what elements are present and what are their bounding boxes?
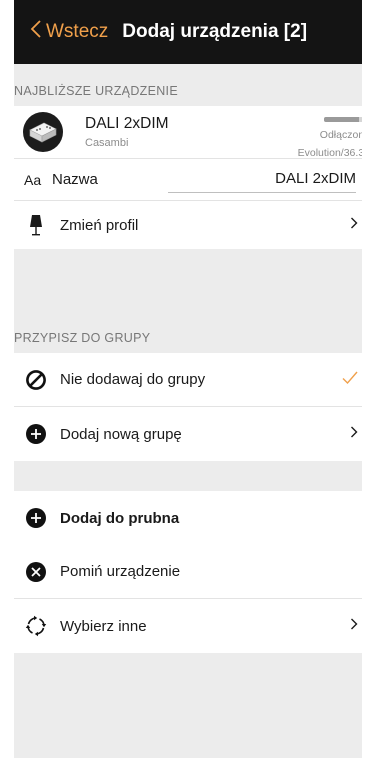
device-status: Odłączono Evolution/36.30 xyxy=(280,114,362,159)
navbar: Wstecz Dodaj urządzenia [2] xyxy=(14,0,362,64)
checkmark-icon xyxy=(342,370,358,389)
signal-strength-bar xyxy=(324,117,362,122)
page-title: Dodaj urządzenia [2] xyxy=(122,21,308,42)
skip-device-label: Pomiń urządzenie xyxy=(60,563,181,580)
name-field-underline xyxy=(168,170,356,193)
firmware-version: Evolution/36.30 xyxy=(297,147,362,159)
no-entry-icon xyxy=(24,368,48,392)
device-row[interactable]: DALI 2xDIM Casambi Odłączono Evolution/3… xyxy=(14,106,362,159)
plus-circle-icon xyxy=(24,506,48,530)
left-margin xyxy=(0,0,14,758)
add-device-button[interactable]: Dodaj do prubna xyxy=(14,491,362,545)
change-profile-label: Zmień profil xyxy=(60,216,139,234)
text-icon: Aa xyxy=(24,171,42,188)
no-group-option[interactable]: Nie dodawaj do grupy xyxy=(14,353,362,407)
chevron-left-icon xyxy=(30,19,46,45)
name-row: Aa Nazwa xyxy=(14,159,362,201)
new-group-label: Dodaj nową grupę xyxy=(60,425,182,443)
skip-device-button[interactable]: Pomiń urządzenie xyxy=(14,545,362,599)
no-group-label: Nie dodawaj do grupy xyxy=(60,371,206,388)
back-label: Wstecz xyxy=(46,21,109,42)
new-group-option[interactable]: Dodaj nową grupę xyxy=(14,407,362,461)
lamp-icon xyxy=(24,213,48,237)
rotate-arrows-icon xyxy=(24,614,48,638)
chevron-right-icon xyxy=(350,216,358,234)
choose-other-label: Wybierz inne xyxy=(60,617,147,635)
chevron-right-icon xyxy=(350,425,358,443)
add-device-label: Dodaj do prubna xyxy=(60,509,180,527)
back-button[interactable]: Wstecz xyxy=(30,19,108,45)
device-info: DALI 2xDIM Casambi xyxy=(85,115,169,149)
chevron-right-icon xyxy=(350,617,358,635)
choose-other-button[interactable]: Wybierz inne xyxy=(14,599,362,653)
app-screen: Wstecz Dodaj urządzenia [2] NAJBLIŻSZE U… xyxy=(14,0,362,758)
name-input[interactable] xyxy=(168,170,356,187)
name-label: Nazwa xyxy=(52,171,98,188)
section-header-group: PRZYPISZ DO GRUPY xyxy=(14,331,151,345)
connection-status: Odłączono xyxy=(319,129,362,141)
device-thumbnail xyxy=(23,112,63,152)
close-circle-icon xyxy=(24,560,48,584)
device-name: DALI 2xDIM xyxy=(85,115,169,132)
section-header-nearest: NAJBLIŻSZE URZĄDZENIE xyxy=(14,84,178,98)
plus-circle-icon xyxy=(24,422,48,446)
change-profile-row[interactable]: Zmień profil xyxy=(14,201,362,249)
right-margin xyxy=(362,0,376,758)
signal-strength-fill xyxy=(324,117,359,122)
device-brand: Casambi xyxy=(85,137,129,149)
